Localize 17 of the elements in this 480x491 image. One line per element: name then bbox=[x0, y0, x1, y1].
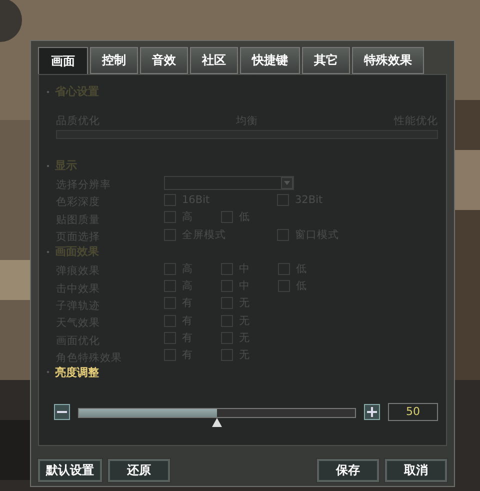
dialog-button[interactable]: 默认设置 bbox=[38, 459, 102, 482]
tab[interactable]: 画面 bbox=[38, 47, 88, 74]
tab[interactable]: 特殊效果 bbox=[352, 47, 424, 74]
section-title: 亮度调整 bbox=[47, 364, 438, 381]
brightness-value: 50 bbox=[388, 402, 438, 421]
tab[interactable]: 其它 bbox=[302, 47, 350, 74]
dialog-button[interactable]: 还原 bbox=[108, 459, 170, 482]
minus-button[interactable] bbox=[54, 404, 70, 420]
resolution-dropdown[interactable] bbox=[164, 176, 294, 190]
tab[interactable]: 控制 bbox=[90, 47, 138, 74]
plus-icon bbox=[367, 406, 377, 417]
dialog-button[interactable]: 取消 bbox=[385, 459, 447, 482]
tab[interactable]: 社区 bbox=[190, 47, 238, 74]
plus-button[interactable] bbox=[364, 404, 380, 420]
dialog-button[interactable]: 保存 bbox=[317, 459, 379, 482]
tab[interactable]: 音效 bbox=[140, 47, 188, 74]
tab[interactable]: 快捷键 bbox=[240, 47, 300, 74]
